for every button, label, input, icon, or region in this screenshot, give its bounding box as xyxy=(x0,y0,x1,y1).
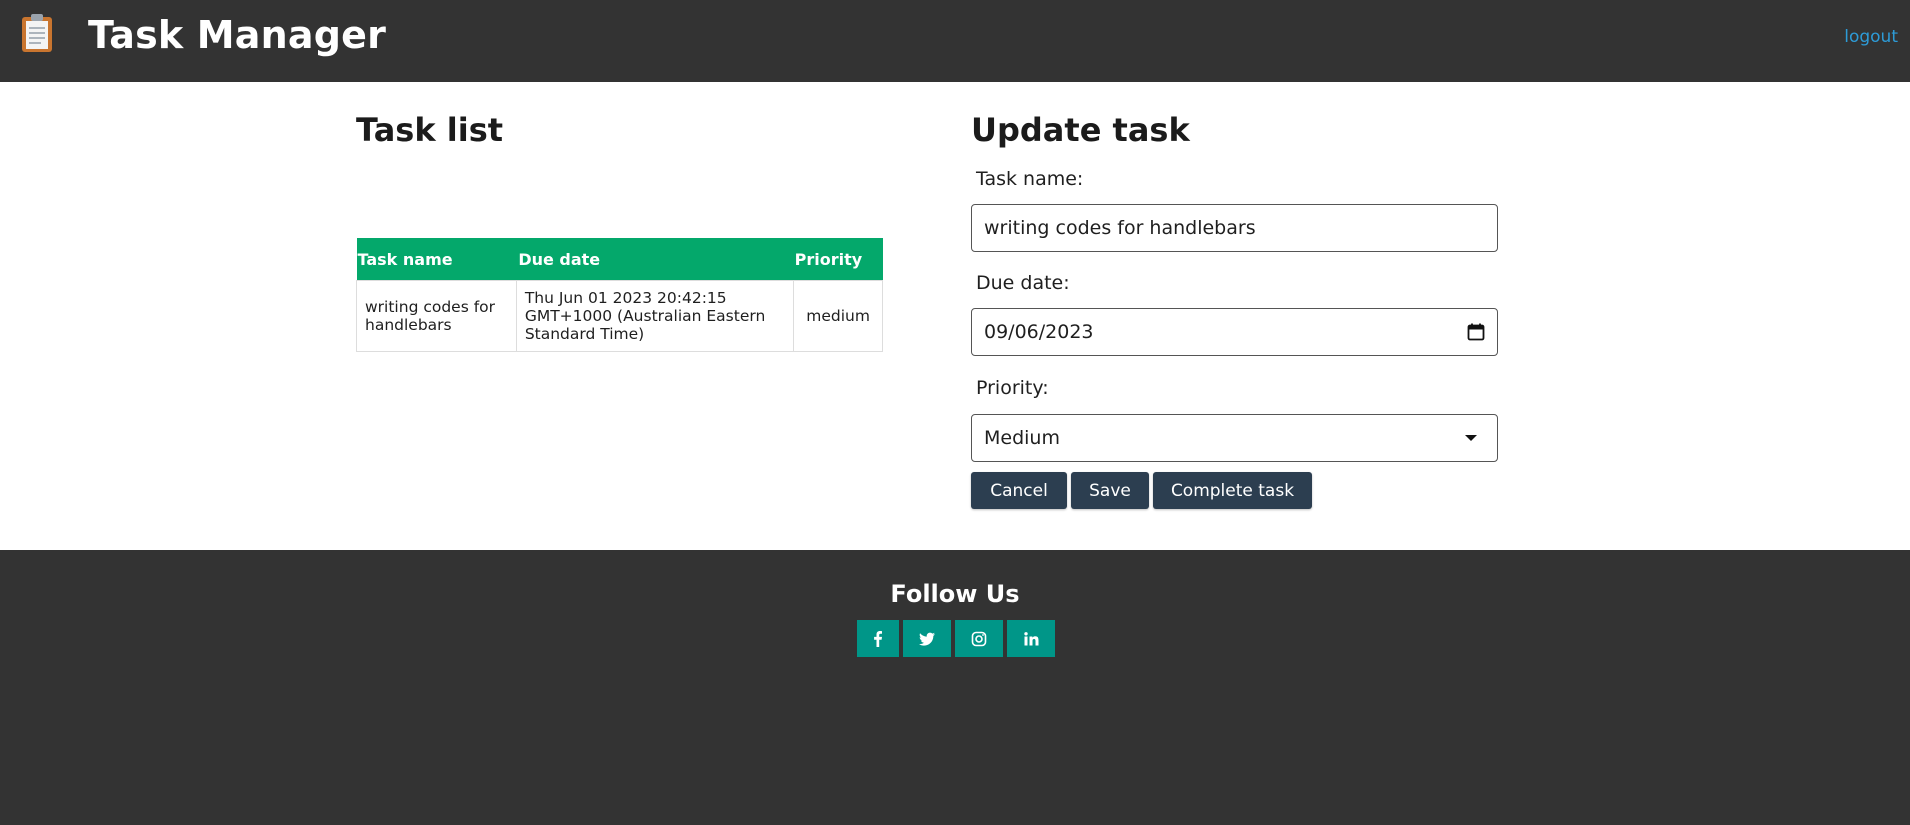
linkedin-button[interactable] xyxy=(1007,620,1055,657)
save-button[interactable]: Save xyxy=(1071,472,1149,509)
clipboard-icon xyxy=(22,14,52,52)
instagram-icon xyxy=(971,631,987,646)
cell-priority: medium xyxy=(793,280,883,352)
due-date-input[interactable]: 09/06/2023 xyxy=(971,308,1498,356)
cell-due-date: Thu Jun 01 2023 20:42:15 GMT+1000 (Austr… xyxy=(515,280,795,352)
facebook-icon xyxy=(874,630,882,647)
logout-link[interactable]: logout xyxy=(1844,27,1898,47)
complete-task-button[interactable]: Complete task xyxy=(1153,472,1312,509)
table-header-row: Task name Due date Priority xyxy=(356,238,883,281)
app-header: Task Manager logout xyxy=(0,0,1910,82)
calendar-icon[interactable] xyxy=(1467,323,1485,341)
follow-us-title: Follow Us xyxy=(890,580,1020,608)
due-date-value: 09/06/2023 xyxy=(984,321,1094,343)
due-date-label: Due date: xyxy=(976,272,1070,294)
cancel-button[interactable]: Cancel xyxy=(971,472,1067,509)
priority-label: Priority: xyxy=(976,377,1049,399)
update-task-title: Update task xyxy=(971,111,1190,149)
footer: Follow Us xyxy=(0,550,1910,825)
twitter-button[interactable] xyxy=(903,620,951,657)
twitter-icon xyxy=(919,632,935,646)
cell-task-name: writing codes for handlebars xyxy=(356,280,517,352)
instagram-button[interactable] xyxy=(955,620,1003,657)
column-header-due-date: Due date xyxy=(516,238,794,281)
task-name-input[interactable]: writing codes for handlebars xyxy=(971,204,1498,252)
caret-down-icon xyxy=(1465,435,1477,441)
column-header-task-name: Task name xyxy=(356,238,517,281)
priority-value: Medium xyxy=(984,427,1060,449)
task-list-title: Task list xyxy=(356,111,504,149)
priority-select[interactable]: Medium xyxy=(971,414,1498,462)
linkedin-icon xyxy=(1024,631,1039,645)
facebook-button[interactable] xyxy=(857,620,899,657)
column-header-priority: Priority xyxy=(793,238,883,281)
table-row[interactable]: writing codes for handlebars Thu Jun 01 … xyxy=(356,280,883,352)
social-links xyxy=(857,620,1055,657)
task-name-value: writing codes for handlebars xyxy=(984,217,1256,239)
app-title: Task Manager xyxy=(88,13,387,57)
task-name-label: Task name: xyxy=(976,168,1084,190)
task-table: Task name Due date Priority writing code… xyxy=(356,238,883,352)
main-content: Task list Task name Due date Priority wr… xyxy=(0,82,1910,550)
